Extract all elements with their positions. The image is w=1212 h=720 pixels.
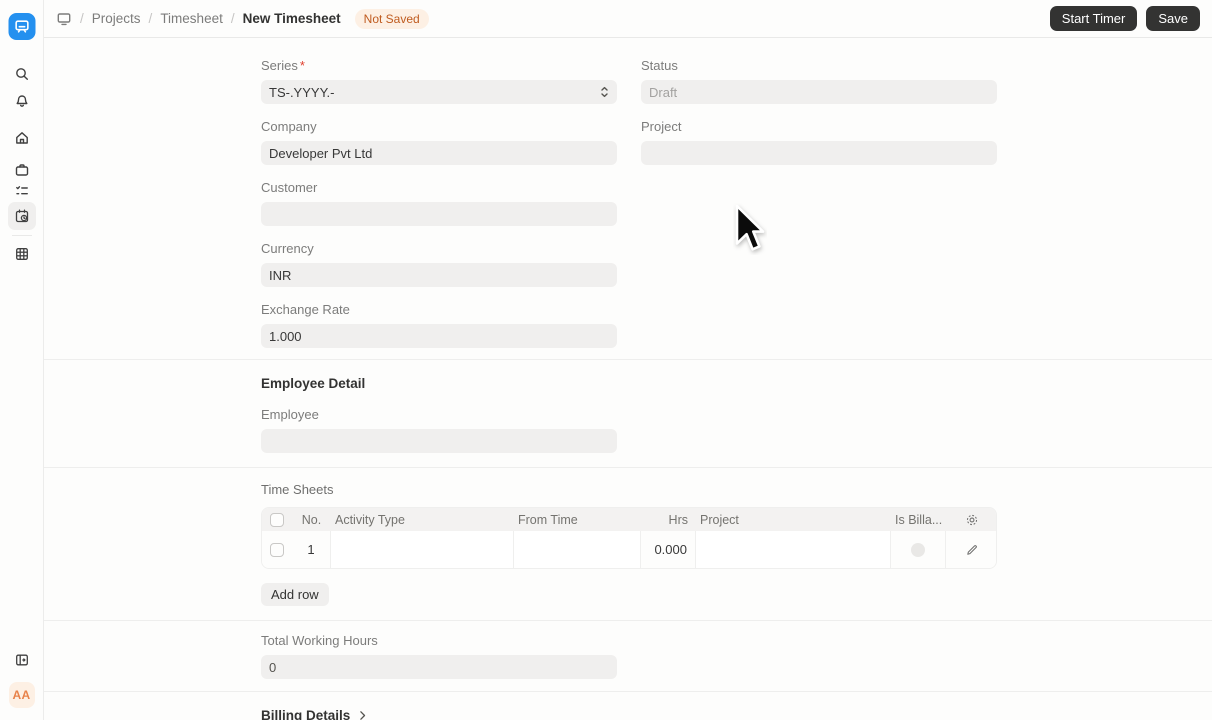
search-icon[interactable] — [8, 60, 36, 88]
exchange-rate-label: Exchange Rate — [261, 302, 350, 317]
total-working-hours-label: Total Working Hours — [261, 633, 378, 648]
hrs-cell[interactable]: 0.000 — [641, 531, 696, 568]
start-timer-button[interactable]: Start Timer — [1049, 6, 1138, 31]
status-field: Draft — [641, 80, 997, 104]
col-header-no: No. — [301, 512, 322, 527]
app-logo-icon[interactable] — [8, 13, 35, 40]
field-employee: Employee — [261, 407, 617, 453]
form-content: Series * TS-.YYYY.- Status Draft Company… — [44, 38, 1212, 720]
select-arrows-icon — [600, 85, 609, 99]
select-all-checkbox[interactable] — [270, 512, 284, 527]
status-label: Status — [641, 58, 678, 73]
field-total-working-hours: Total Working Hours 0 — [261, 633, 617, 679]
total-working-hours-field: 0 — [261, 655, 617, 679]
section-details: Series * TS-.YYYY.- Status Draft Company… — [44, 38, 1212, 360]
breadcrumb-separator: / — [230, 11, 235, 26]
page-title: New Timesheet — [242, 11, 341, 26]
activity-type-cell[interactable] — [331, 531, 514, 568]
col-header-hrs: Hrs — [668, 512, 688, 527]
employee-detail-heading: Employee Detail — [261, 376, 366, 391]
from-time-cell[interactable] — [514, 531, 641, 568]
topbar-actions: Start Timer Save — [1049, 6, 1200, 31]
section-employee-detail: Employee Detail Employee — [44, 360, 1212, 468]
series-select[interactable]: TS-.YYYY.- — [261, 80, 617, 104]
field-customer: Customer — [261, 180, 617, 226]
required-marker: * — [299, 58, 305, 73]
project-label: Project — [641, 119, 682, 134]
exchange-rate-input[interactable]: 1.000 — [261, 324, 617, 348]
field-company: Company Developer Pvt Ltd — [261, 119, 617, 165]
add-row-button[interactable]: Add row — [261, 583, 329, 606]
project-cell[interactable] — [696, 531, 891, 568]
project-input[interactable] — [641, 141, 997, 165]
field-project: Project — [641, 119, 997, 165]
col-header-project: Project — [700, 512, 739, 527]
edit-row-pencil-icon[interactable] — [946, 531, 996, 568]
breadcrumb-separator: / — [148, 11, 153, 26]
col-header-activity-type: Activity Type — [335, 512, 405, 527]
currency-label: Currency — [261, 241, 314, 256]
field-series: Series * TS-.YYYY.- — [261, 58, 617, 104]
save-button[interactable]: Save — [1146, 6, 1200, 31]
billing-details-heading: Billing Details — [261, 708, 351, 720]
desk-monitor-icon[interactable] — [56, 11, 72, 27]
task-list-icon[interactable] — [8, 177, 36, 205]
user-avatar[interactable]: AA — [8, 682, 35, 708]
collapse-panel-icon[interactable] — [8, 646, 36, 674]
table-settings-gear-icon[interactable] — [946, 513, 996, 527]
series-label: Series * — [261, 58, 305, 73]
customer-label: Customer — [261, 180, 318, 195]
time-sheets-heading: Time Sheets — [261, 482, 334, 497]
company-input[interactable]: Developer Pvt Ltd — [261, 141, 617, 165]
section-billing-details: Billing Details — [44, 692, 1212, 720]
timesheet-calendar-icon[interactable] — [7, 202, 36, 230]
chevron-right-icon — [356, 709, 369, 720]
main-area: / Projects / Timesheet / New Timesheet N… — [44, 0, 1212, 720]
customer-input[interactable] — [261, 202, 617, 226]
row-number-cell[interactable]: 1 — [292, 531, 331, 568]
col-header-from-time: From Time — [518, 512, 578, 527]
not-saved-badge: Not Saved — [354, 8, 429, 29]
company-label: Company — [261, 119, 317, 134]
field-status: Status Draft — [641, 58, 997, 104]
topbar: / Projects / Timesheet / New Timesheet N… — [44, 0, 1212, 38]
billing-details-toggle[interactable]: Billing Details — [261, 708, 1212, 720]
breadcrumb: / Projects / Timesheet / New Timesheet N… — [56, 8, 429, 29]
is-billable-disabled-toggle[interactable] — [911, 542, 925, 557]
employee-label: Employee — [261, 407, 319, 422]
section-total-working-hours: Total Working Hours 0 — [44, 621, 1212, 692]
time-sheets-table: No. Activity Type From Time Hrs Project … — [261, 507, 997, 569]
currency-input[interactable]: INR — [261, 263, 617, 287]
breadcrumb-separator: / — [80, 11, 84, 26]
breadcrumb-projects[interactable]: Projects — [92, 11, 141, 26]
field-currency: Currency INR — [261, 241, 617, 287]
employee-input[interactable] — [261, 429, 617, 453]
notifications-bell-icon[interactable] — [8, 86, 36, 114]
sidebar: AA — [0, 0, 44, 720]
timesheet-app: AA / Projects / Timesheet / New Timeshee… — [0, 0, 1212, 720]
table-grid-icon[interactable] — [8, 240, 36, 268]
col-header-is-billable: Is Billa... — [895, 512, 943, 527]
breadcrumb-timesheet[interactable]: Timesheet — [160, 11, 223, 26]
section-time-sheets: Time Sheets No. Activity Type From Time … — [44, 468, 1212, 621]
table-header-row: No. Activity Type From Time Hrs Project … — [262, 508, 996, 531]
row-checkbox[interactable] — [270, 542, 284, 557]
is-billable-cell[interactable] — [891, 531, 946, 568]
field-exchange-rate: Exchange Rate 1.000 — [261, 302, 617, 348]
home-icon[interactable] — [8, 124, 36, 152]
series-value: TS-.YYYY.- — [269, 84, 335, 100]
table-row: 1 0.000 — [262, 531, 996, 568]
sidebar-divider — [12, 235, 32, 236]
